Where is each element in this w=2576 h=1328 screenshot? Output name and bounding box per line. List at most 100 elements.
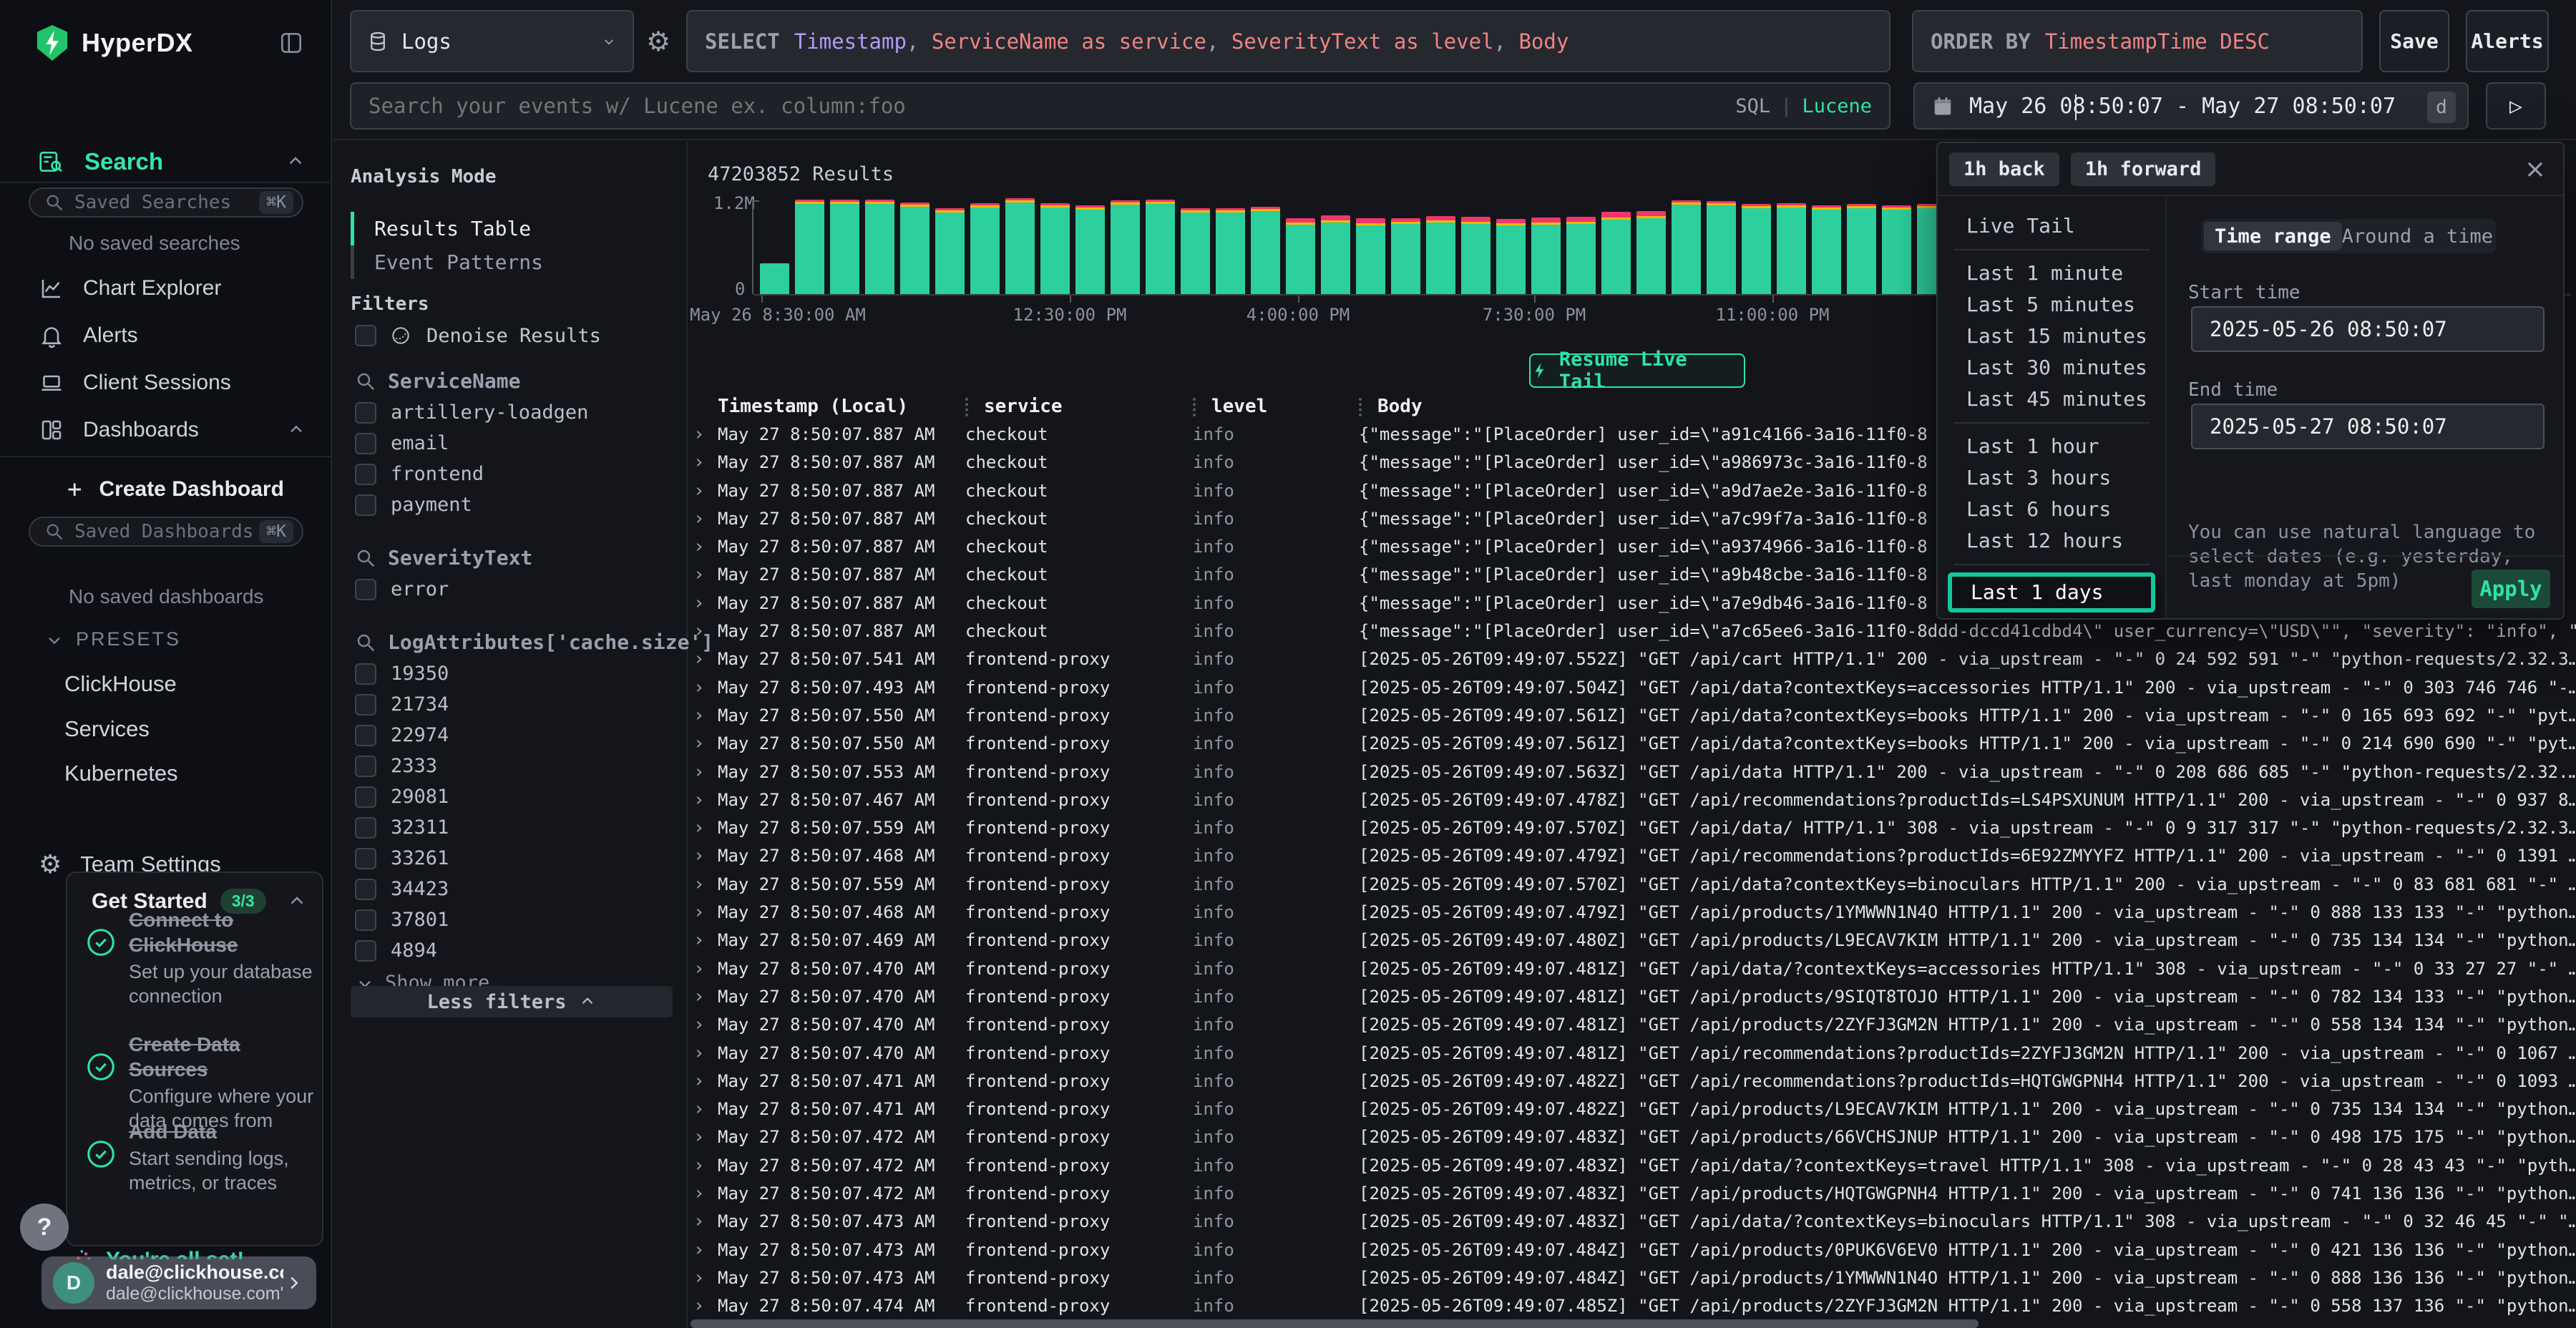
- sidebar-item-alerts[interactable]: Alerts: [0, 313, 331, 358]
- table-row[interactable]: ›May 27 8:50:07.472 AMfrontend-proxyinfo…: [689, 1180, 2576, 1208]
- get-started-item[interactable]: Create Data SourcesConfigure where your …: [84, 1032, 316, 1133]
- less-filters-button[interactable]: Less filters: [351, 986, 673, 1017]
- histogram-bar[interactable]: [1216, 208, 1245, 294]
- table-row[interactable]: ›May 27 8:50:07.469 AMfrontend-proxyinfo…: [689, 927, 2576, 954]
- expand-chevron-icon[interactable]: ›: [689, 955, 718, 983]
- table-row[interactable]: ›May 27 8:50:07.473 AMfrontend-proxyinfo…: [689, 1208, 2576, 1236]
- date-range-input[interactable]: May 26 08:50:07 - May 27 08:50:07 d: [1913, 82, 2469, 130]
- order-by-input[interactable]: ORDER BY TimestampTime DESC: [1912, 10, 2363, 72]
- expand-chevron-icon[interactable]: ›: [689, 702, 718, 730]
- expand-chevron-icon[interactable]: ›: [689, 1095, 718, 1123]
- histogram-bar[interactable]: [760, 263, 789, 294]
- column-resize-handle[interactable]: [965, 398, 968, 416]
- time-option-last-1-days[interactable]: Last 1 days: [1948, 572, 2155, 612]
- filter-value-row[interactable]: 4894: [355, 939, 670, 962]
- expand-chevron-icon[interactable]: ›: [689, 1180, 718, 1208]
- filter-value-row[interactable]: error: [355, 578, 670, 600]
- filter-checkbox[interactable]: [355, 663, 376, 685]
- histogram-bar[interactable]: [1636, 211, 1666, 294]
- filter-value-row[interactable]: 32311: [355, 816, 670, 839]
- expand-chevron-icon[interactable]: ›: [689, 1208, 718, 1236]
- sidebar-collapse-icon[interactable]: [278, 29, 305, 57]
- histogram-bar[interactable]: [1672, 200, 1701, 294]
- time-option-last-6-hours[interactable]: Last 6 hours: [1938, 494, 2165, 525]
- presets-toggle[interactable]: PRESETS: [44, 628, 181, 650]
- table-row[interactable]: ›May 27 8:50:07.559 AMfrontend-proxyinfo…: [689, 871, 2576, 899]
- filter-checkbox[interactable]: [355, 725, 376, 746]
- filter-checkbox[interactable]: [355, 940, 376, 962]
- table-row[interactable]: ›May 27 8:50:07.493 AMfrontend-proxyinfo…: [689, 674, 2576, 702]
- events-histogram[interactable]: [760, 199, 1976, 294]
- filter-checkbox[interactable]: [355, 786, 376, 808]
- time-option-last-3-hours[interactable]: Last 3 hours: [1938, 462, 2165, 494]
- expand-chevron-icon[interactable]: ›: [689, 871, 718, 899]
- histogram-bar[interactable]: [1742, 204, 1771, 294]
- filter-checkbox[interactable]: [355, 879, 376, 900]
- preset-item-services[interactable]: Services: [64, 716, 150, 742]
- expand-chevron-icon[interactable]: ›: [689, 927, 718, 954]
- filter-value-row[interactable]: 19350: [355, 663, 670, 685]
- table-row[interactable]: ›May 27 8:50:07.471 AMfrontend-proxyinfo…: [689, 1068, 2576, 1095]
- table-row[interactable]: ›May 27 8:50:07.473 AMfrontend-proxyinfo…: [689, 1264, 2576, 1292]
- expand-chevron-icon[interactable]: ›: [689, 505, 718, 533]
- table-row[interactable]: ›May 27 8:50:07.472 AMfrontend-proxyinfo…: [689, 1152, 2576, 1180]
- filter-checkbox[interactable]: [355, 817, 376, 839]
- table-row[interactable]: ›May 27 8:50:07.473 AMfrontend-proxyinfo…: [689, 1236, 2576, 1264]
- one-hour-back-button[interactable]: 1h back: [1949, 152, 2059, 186]
- histogram-bar[interactable]: [1777, 203, 1806, 294]
- help-button[interactable]: ?: [20, 1204, 69, 1251]
- table-row[interactable]: ›May 27 8:50:07.474 AMfrontend-proxyinfo…: [689, 1292, 2576, 1320]
- saved-dashboards-field[interactable]: [74, 521, 259, 542]
- sidebar-item-client-sessions[interactable]: Client Sessions: [0, 361, 331, 405]
- table-row[interactable]: ›May 27 8:50:07.468 AMfrontend-proxyinfo…: [689, 842, 2576, 870]
- expand-chevron-icon[interactable]: ›: [689, 1152, 718, 1180]
- time-option-last-45-minutes[interactable]: Last 45 minutes: [1938, 384, 2165, 415]
- column-header-timestamp[interactable]: Timestamp (Local): [718, 396, 965, 417]
- filter-value-row[interactable]: frontend: [355, 463, 670, 485]
- start-time-input[interactable]: [2191, 306, 2545, 352]
- expand-chevron-icon[interactable]: ›: [689, 477, 718, 505]
- run-query-button[interactable]: ▷: [2486, 82, 2546, 130]
- filter-value-row[interactable]: payment: [355, 494, 670, 516]
- histogram-bar[interactable]: [1812, 205, 1841, 294]
- source-settings-gear-icon[interactable]: ⚙: [646, 26, 670, 57]
- histogram-bar[interactable]: [830, 200, 859, 294]
- time-option-last-1-hour[interactable]: Last 1 hour: [1938, 431, 2165, 462]
- event-search-input[interactable]: [369, 94, 1735, 118]
- search-icon[interactable]: [355, 632, 376, 653]
- filter-value-row[interactable]: 22974: [355, 724, 670, 746]
- filter-checkbox[interactable]: [355, 756, 376, 777]
- denoise-checkbox[interactable]: [355, 325, 376, 346]
- histogram-bar[interactable]: [1075, 205, 1105, 294]
- table-row[interactable]: ›May 27 8:50:07.559 AMfrontend-proxyinfo…: [689, 814, 2576, 842]
- saved-dashboards-input[interactable]: ⌘K: [29, 517, 303, 547]
- saved-searches-field[interactable]: [74, 192, 259, 213]
- time-option-last-2-days[interactable]: Last 2 days: [1938, 617, 2165, 620]
- expand-chevron-icon[interactable]: ›: [689, 1292, 718, 1320]
- create-dashboard-button[interactable]: + Create Dashboard: [0, 471, 331, 508]
- expand-chevron-icon[interactable]: ›: [689, 1011, 718, 1039]
- histogram-bar[interactable]: [1496, 219, 1526, 294]
- expand-chevron-icon[interactable]: ›: [689, 645, 718, 673]
- sql-toggle[interactable]: SQL: [1735, 95, 1770, 117]
- filter-checkbox[interactable]: [355, 694, 376, 716]
- filter-checkbox[interactable]: [355, 909, 376, 931]
- analysis-mode-event-patterns[interactable]: Event Patterns: [351, 245, 665, 279]
- horizontal-scrollbar[interactable]: [691, 1319, 1979, 1328]
- histogram-bar[interactable]: [1426, 216, 1455, 294]
- saved-searches-input[interactable]: ⌘K: [29, 187, 303, 218]
- filter-value-row[interactable]: 21734: [355, 693, 670, 716]
- close-icon[interactable]: ×: [2524, 155, 2546, 184]
- table-row[interactable]: ›May 27 8:50:07.470 AMfrontend-proxyinfo…: [689, 1011, 2576, 1039]
- column-header-level[interactable]: level: [1193, 396, 1359, 417]
- expand-chevron-icon[interactable]: ›: [689, 533, 718, 561]
- search-icon[interactable]: [355, 547, 376, 569]
- histogram-bar[interactable]: [935, 208, 965, 294]
- time-option-last-5-minutes[interactable]: Last 5 minutes: [1938, 289, 2165, 321]
- sidebar-item-search[interactable]: Search: [0, 142, 331, 182]
- table-row[interactable]: ›May 27 8:50:07.470 AMfrontend-proxyinfo…: [689, 983, 2576, 1011]
- filter-value-row[interactable]: 34423: [355, 878, 670, 900]
- expand-chevron-icon[interactable]: ›: [689, 421, 718, 449]
- histogram-bar[interactable]: [1181, 208, 1210, 294]
- expand-chevron-icon[interactable]: ›: [689, 983, 718, 1011]
